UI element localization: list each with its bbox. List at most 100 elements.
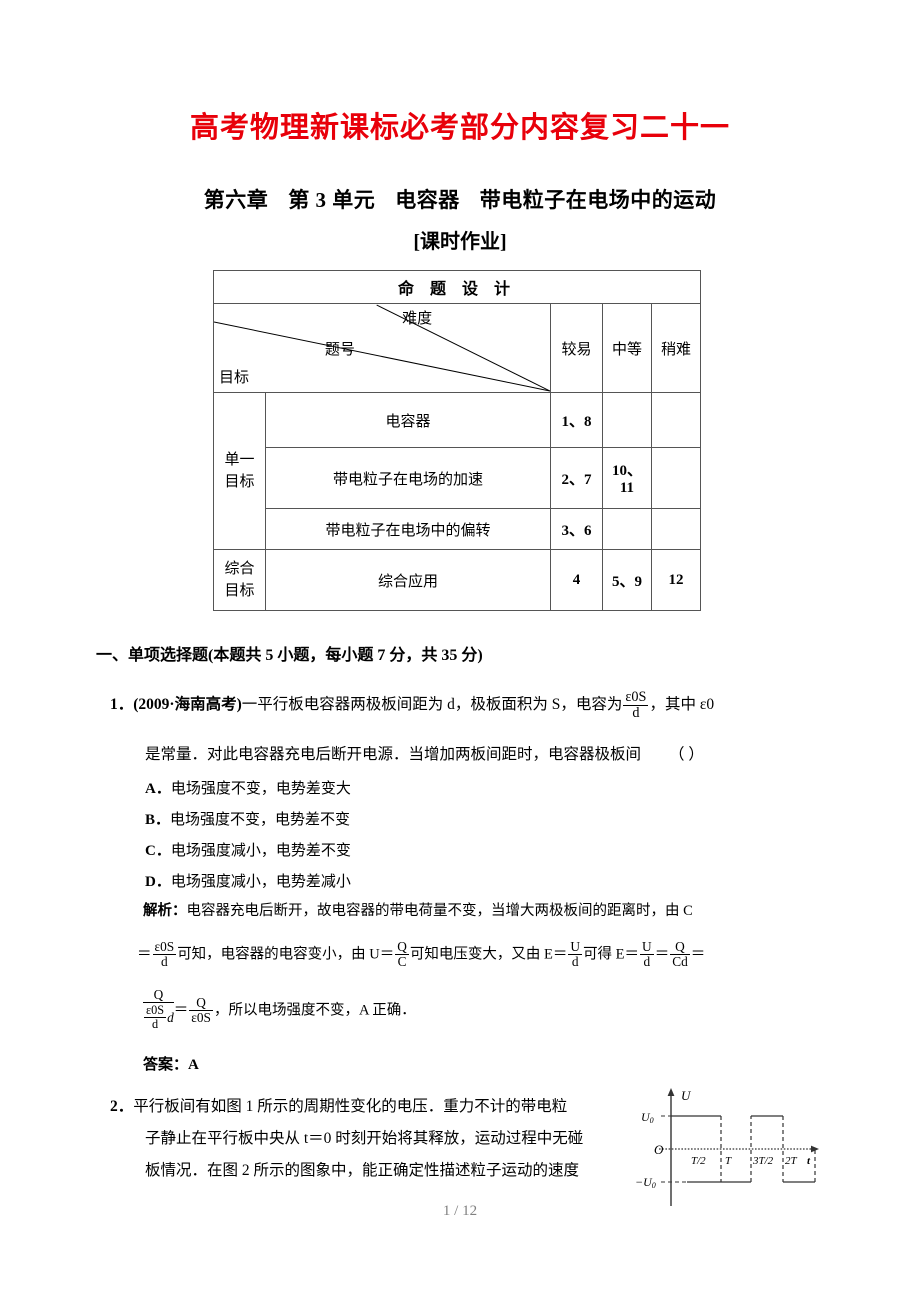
assignment-label: [课时作业] (413, 231, 507, 253)
table-row-capacitor: 单一 目标 电容器 1、8 (213, 392, 702, 550)
table-row-header: 难度 题号 目标 较易 中等 稍难 (213, 303, 702, 393)
option-a-text: 电场强度不变，电势差变大 (170, 781, 351, 797)
section-heading-detail: (本题共 5 小题，每小题 7 分，共 35 分) (208, 647, 483, 664)
y-tick-label-neg-u0: −U0 (635, 1175, 656, 1190)
cell-comprehensive-hard: 12 (650, 549, 702, 611)
cell-acceleration-hard (650, 447, 702, 509)
cell-comprehensive-easy: 4 (549, 549, 603, 611)
document-page: 高考物理新课标必考部分内容复习二十一 第六章第 3 单元 电容器 带电粒子在电场中的… (0, 0, 920, 1302)
u-over-d-numerator-2: U (642, 939, 652, 954)
question-1-line-1: 1．(2009·海南高考)一平行板电容器两极板间距为 d，极板面积为 S，电容为… (110, 690, 714, 721)
table-row-caption: 命 题 设 计 (213, 270, 701, 304)
cell-capacitor-easy: 1、8 (549, 392, 603, 448)
group-label-single-goal: 单一 目标 (213, 392, 266, 550)
cell-deflection-medium (601, 508, 652, 550)
x-tick-label-t-half: T/2 (691, 1155, 706, 1167)
formula-u-over-d-2: Ud (640, 939, 654, 969)
question-1-stem-part-2: ，其中 ε0 (649, 696, 715, 714)
question-1-stem-line-2: 是常量．对此电容器充电后断开电源．当增加两板间距时，电容器极板间 (145, 746, 642, 763)
nested-d-variable: d (167, 1009, 174, 1025)
solution-eq-sign-1: ＝ (137, 946, 152, 963)
solution-line-3: Qε0S d d ＝ Qε0S ，所以电场强度不变，A 正确． (143, 987, 416, 1031)
q-over-c-numerator: Q (397, 939, 407, 954)
cell-capacitor-medium (601, 392, 652, 448)
header-label-difficulty: 难度 (402, 311, 433, 327)
table-row-comprehensive: 综合 目标 综合应用 4 5、9 12 (213, 549, 702, 611)
cell-acceleration-easy: 2、7 (549, 447, 603, 509)
cell-deflection-hard (650, 508, 702, 550)
q-over-c-denominator: C (395, 954, 409, 969)
q-over-cd-numerator: Q (675, 939, 685, 954)
question-2-text-1: 平行板间有如图 1 所示的周期性变化的电压．重力不计的带电粒 (133, 1098, 568, 1115)
question-1-option-a: A．电场强度不变，电势差变大 (145, 777, 351, 798)
capacitance-denominator: d (623, 704, 649, 721)
capacitance-numerator: ε0S (625, 689, 647, 705)
topic-comprehensive: 综合应用 (265, 549, 551, 611)
cell-comprehensive-medium: 5、9 (601, 549, 652, 611)
header-col-medium: 中等 (601, 303, 652, 393)
topic-deflection: 带电粒子在电场中的偏转 (265, 508, 551, 550)
square-wave-chart: U t O U0 −U0 T/2 T 3T/2 2T (635, 1088, 819, 1206)
section-heading-prefix: 一、单项选择题 (96, 647, 209, 664)
option-c-label: C． (145, 843, 171, 859)
question-1-option-c: C．电场强度减小，电势差不变 (145, 839, 351, 860)
option-d-label: D． (145, 874, 171, 890)
question-1-source: (2009·海南高考) (133, 696, 242, 714)
nested-left-denominator: ε0S d d (143, 1002, 174, 1031)
diagonal-lines-icon (214, 304, 550, 392)
y-axis-label: U (681, 1088, 692, 1103)
option-b-text: 电场强度不变，电势差不变 (170, 812, 351, 828)
question-1-option-d: D．电场强度减小，电势差减小 (145, 870, 351, 891)
cell-acceleration-medium: 10、 11 (601, 447, 652, 509)
inner-numerator: ε0S (146, 1003, 165, 1017)
page-title: 高考物理新课标必考部分内容复习二十一 (189, 110, 730, 144)
subtitle-topic-motion: 带电粒子在电场中的运动 (479, 188, 717, 212)
x-tick-label-t: T (725, 1155, 732, 1167)
u-over-d-denominator-1: d (568, 954, 583, 969)
table-row-deflection: 带电粒子在电场中的偏转 3、6 (214, 508, 702, 550)
topic-capacitor: 电容器 (265, 392, 551, 448)
q-over-eps-denominator: ε0S (189, 1009, 213, 1025)
formula-eps-s-denominator: d (152, 954, 177, 969)
option-b-label: B． (145, 812, 171, 828)
cell-acceleration-medium-line1: 10、 (611, 463, 642, 479)
question-2-text-2: 子静止在平行板中央从 t＝0 时刻开始将其释放，运动过程中无碰 (145, 1130, 584, 1147)
group-label-comp-line1: 综合 (224, 560, 255, 577)
x-axis-label: t (807, 1155, 811, 1167)
question-2-number: 2． (110, 1098, 134, 1115)
subtitle-unit: 第 3 单元 (288, 188, 376, 212)
y-tick-label-u0: U0 (641, 1110, 654, 1125)
formula-nested-left: Qε0S d d (143, 987, 174, 1031)
header-col-hard: 稍难 (650, 303, 702, 393)
topic-acceleration: 带电粒子在电场的加速 (265, 447, 551, 509)
question-2-text-3: 板情况．在图 2 所示的图象中，能正确定性描述粒子运动的速度 (145, 1162, 580, 1179)
page-number: 1 / 12 (442, 1203, 478, 1219)
square-wave-figure: U t O U0 −U0 T/2 T 3T/2 2T (629, 1078, 834, 1213)
question-1-number: 1． (110, 696, 134, 714)
solution-text-3b: ，所以电场强度不变，A 正确． (213, 1002, 416, 1019)
solution-eq-sign-2: ＝ (654, 946, 670, 963)
group-label-line1: 单一 (224, 451, 255, 468)
question-1-stem-part-1: 一平行板电容器两极板间距为 d，极板面积为 S，电容为 (241, 696, 623, 714)
solution-text-2d: 可得 E＝ (583, 946, 640, 963)
question-2-line-1: 2．平行板间有如图 1 所示的周期性变化的电压．重力不计的带电粒 (110, 1094, 567, 1116)
header-label-question-no: 题号 (324, 342, 355, 358)
question-1-option-b: B．电场强度不变，电势差不变 (145, 808, 350, 829)
cell-acceleration-medium-line2: 11 (619, 480, 635, 496)
cell-deflection-easy: 3、6 (549, 508, 603, 550)
option-a-label: A． (145, 781, 171, 797)
origin-label: O (654, 1142, 664, 1157)
solution-line-2: ＝ ε0S d 可知，电容器的电容变小，由 U＝ Q C 可知电压变大，又由 E＝ Ud 可得 … (137, 939, 705, 969)
group-label-comprehensive: 综合 目标 (213, 549, 266, 611)
subtitle-line: 第六章第 3 单元 电容器 带电粒子在电场中的运动 (0, 184, 920, 214)
header-label-goal: 目标 (219, 370, 250, 386)
y-axis-arrow (667, 1088, 675, 1096)
q-over-cd-denominator: Cd (670, 954, 690, 969)
x-tick-label-2t: 2T (785, 1155, 798, 1167)
table-caption: 命 题 设 计 (213, 270, 701, 304)
q-over-eps-numerator: Q (196, 994, 206, 1010)
formula-q-over-cd: Q Cd (670, 939, 690, 969)
table-row-acceleration: 带电粒子在电场的加速 2、7 10、 11 (214, 447, 702, 509)
cell-capacitor-hard (650, 392, 702, 448)
group-label-line2: 目标 (224, 474, 255, 490)
